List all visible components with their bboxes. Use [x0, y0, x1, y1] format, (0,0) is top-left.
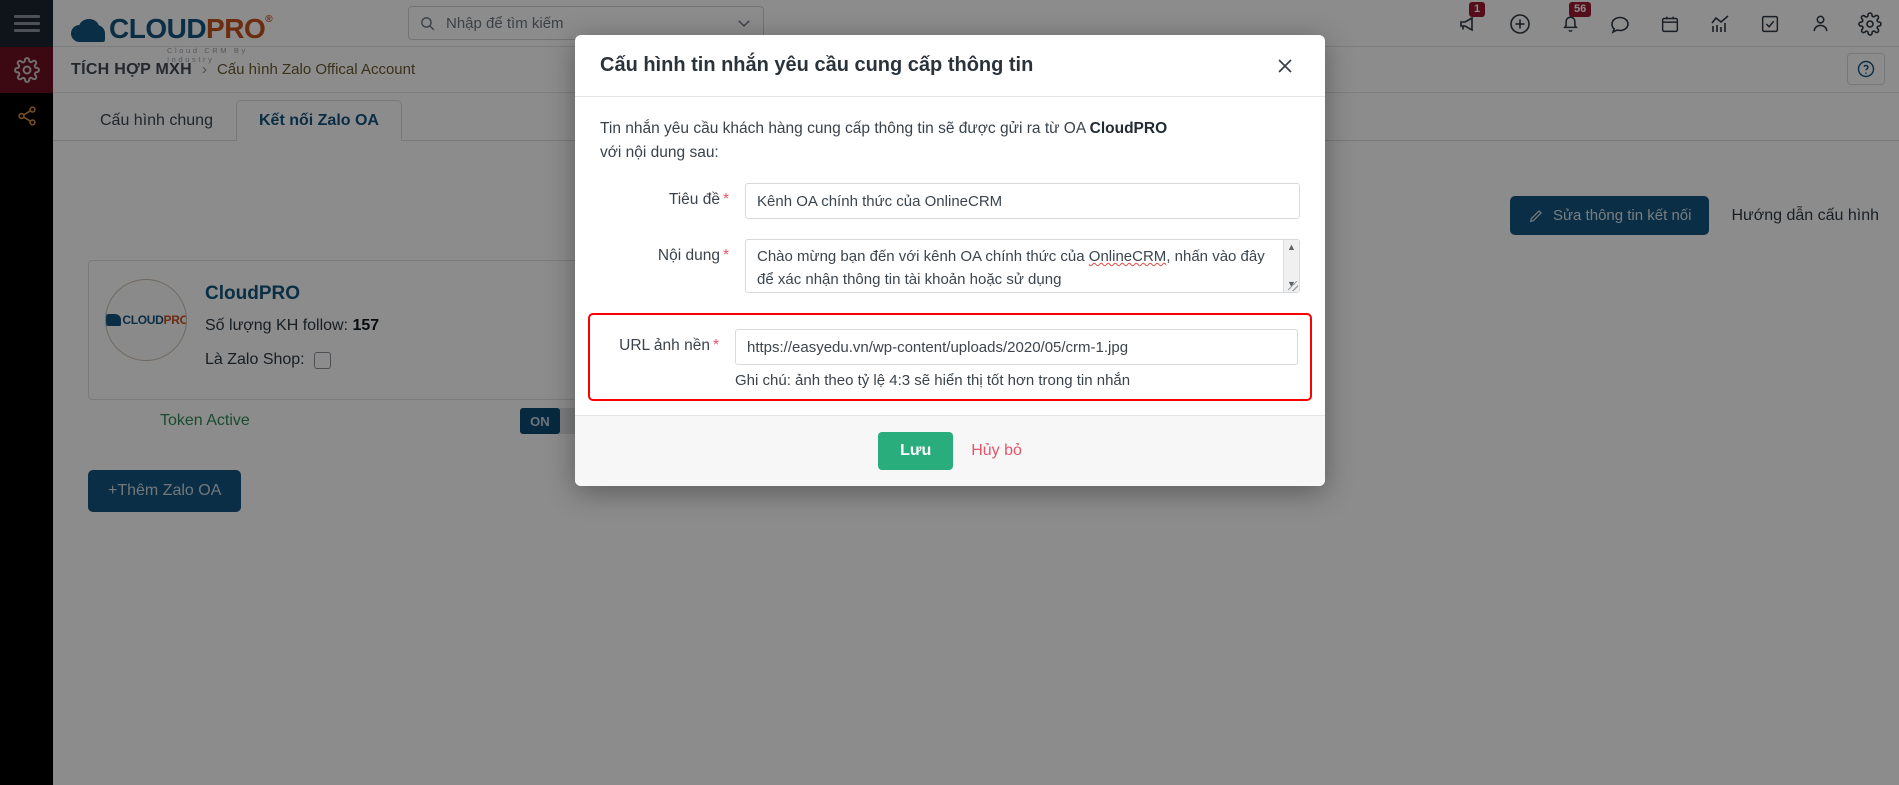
title-input[interactable]	[745, 183, 1300, 220]
url-field-label: URL ảnh nền *	[590, 329, 735, 355]
title-required-mark: *	[722, 191, 729, 209]
content-line1-a: Chào mừng bạn đến với kênh OA chính thức…	[757, 248, 1089, 266]
url-required-mark: *	[712, 337, 719, 355]
modal-body: Tin nhắn yêu cầu khách hàng cung cấp thô…	[575, 97, 1325, 415]
content-label-text: Nội dung	[657, 247, 720, 265]
scroll-up-arrow-icon[interactable]: ▲	[1287, 240, 1296, 255]
field-row-title: Tiêu đề *	[600, 183, 1300, 220]
url-field-highlight-box: URL ảnh nền* Ghi chú: ảnh theo tỷ lệ 4:3…	[588, 313, 1312, 402]
cancel-button[interactable]: Hủy bỏ	[971, 442, 1022, 460]
modal-title: Cấu hình tin nhắn yêu cầu cung cấp thông…	[600, 54, 1034, 76]
title-label-text: Tiêu đề	[668, 191, 720, 209]
url-input[interactable]	[735, 329, 1298, 366]
save-button[interactable]: Lưu	[878, 432, 954, 471]
content-line1-b: ,	[1166, 248, 1171, 266]
content-required-mark: *	[722, 247, 729, 265]
url-field-note: Ghi chú: ảnh theo tỷ lệ 4:3 sẽ hiển thị …	[735, 372, 1131, 390]
close-icon[interactable]	[1270, 51, 1300, 81]
modal-intro-before: Tin nhắn yêu cầu khách hàng cung cấp thô…	[600, 120, 1090, 137]
app-root: CLOUDPRO® Cloud CRM By Industry 1	[0, 0, 1899, 785]
content-field-label: Nội dung *	[600, 239, 745, 265]
content-line1-spellchecked: OnlineCRM	[1088, 248, 1167, 266]
content-textarea[interactable]: Chào mừng bạn đến với kênh OA chính thức…	[745, 239, 1300, 294]
config-message-modal: Cấu hình tin nhắn yêu cầu cung cấp thông…	[575, 35, 1325, 487]
title-field-label: Tiêu đề *	[600, 183, 745, 209]
textarea-resize-handle[interactable]	[1288, 281, 1298, 292]
modal-footer: Lưu Hủy bỏ	[575, 415, 1325, 487]
field-row-content: Nội dung * Chào mừng bạn đến với kênh OA …	[600, 239, 1300, 294]
content-textarea-wrapper: Chào mừng bạn đến với kênh OA chính thức…	[745, 239, 1300, 294]
url-label-text: URL ảnh nền	[619, 337, 710, 355]
field-row-url: URL ảnh nền* Ghi chú: ảnh theo tỷ lệ 4:3…	[590, 329, 1298, 389]
modal-intro-brand: CloudPRO	[1089, 120, 1168, 137]
modal-header: Cấu hình tin nhắn yêu cầu cung cấp thông…	[575, 35, 1325, 97]
modal-intro-text: Tin nhắn yêu cầu khách hàng cung cấp thô…	[600, 117, 1180, 165]
modal-intro-after: với nội dung sau:	[600, 144, 719, 162]
